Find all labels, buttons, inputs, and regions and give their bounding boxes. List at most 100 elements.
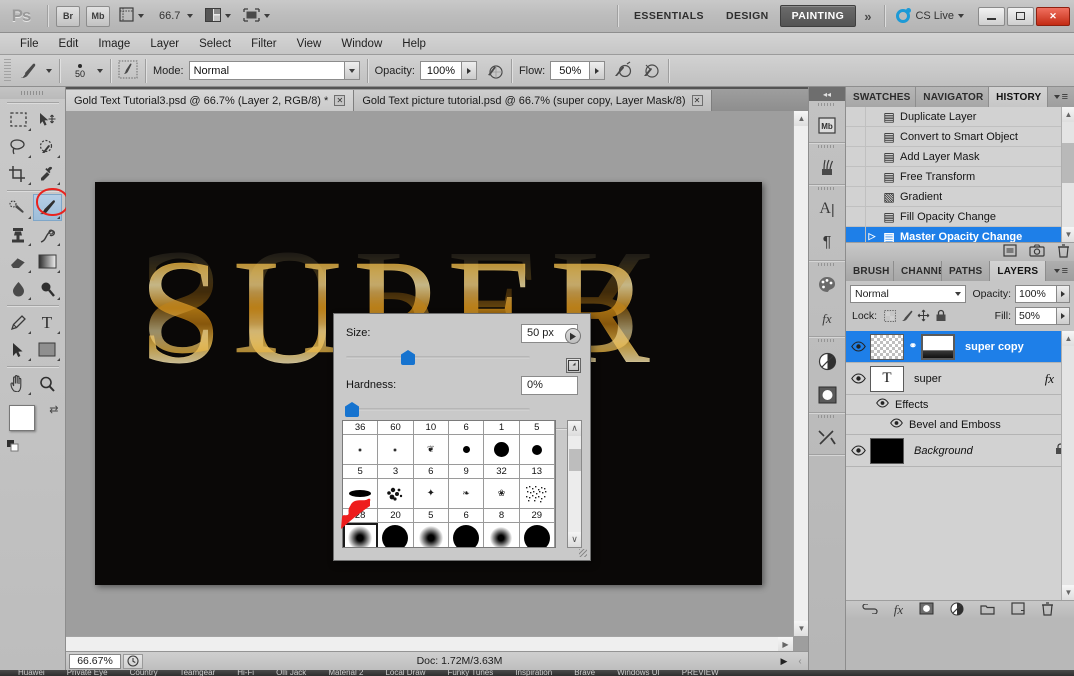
tab-history[interactable]: HISTORY (989, 87, 1048, 107)
link-layers-icon[interactable] (862, 602, 878, 617)
brush-preset-cell[interactable]: ❦ (413, 435, 449, 465)
default-colors-icon[interactable] (6, 440, 18, 452)
layer-visibility-icon[interactable] (846, 341, 870, 352)
zoom-percentage-field[interactable]: 66.67% (69, 653, 121, 669)
new-document-from-state-icon[interactable] (1003, 244, 1017, 260)
scrollbar-thumb[interactable] (569, 449, 581, 471)
timing-icon[interactable] (123, 653, 143, 669)
mask-link-icon[interactable]: ⚭ (908, 341, 918, 352)
menu-edit[interactable]: Edit (49, 35, 89, 53)
layer-row-background[interactable]: Background (846, 435, 1074, 467)
brush-preset-cell[interactable]: ❧ (448, 479, 485, 509)
layers-panel-menu-icon[interactable]: ≡ (1048, 261, 1074, 281)
foreground-color-swatch[interactable] (8, 405, 35, 431)
tab-layers[interactable]: LAYERS (990, 261, 1047, 281)
layer-visibility-icon[interactable] (846, 445, 870, 456)
tab-channels[interactable]: CHANNE (894, 261, 942, 281)
brush-preset-cell[interactable] (448, 523, 485, 547)
menu-help[interactable]: Help (392, 35, 436, 53)
brush-preset-options-icon[interactable] (566, 358, 581, 373)
quick-selection-tool[interactable] (33, 133, 62, 160)
dock-grip[interactable] (809, 337, 845, 344)
path-selection-tool[interactable] (4, 336, 33, 363)
layer-opacity-arrow-icon[interactable] (1057, 284, 1070, 303)
adjustments-panel-icon[interactable] (809, 344, 845, 378)
close-icon[interactable]: ✕ (334, 95, 346, 106)
history-panel-menu-icon[interactable]: ≡ (1048, 87, 1074, 107)
brush-preset-cell[interactable] (484, 435, 520, 465)
brush-preset-cell[interactable] (378, 523, 414, 547)
history-snapshot-checkbox[interactable] (848, 107, 866, 126)
character-panel-icon[interactable]: A | (809, 192, 845, 226)
styles-panel-icon[interactable]: fx (809, 302, 845, 336)
collapse-dock-button[interactable]: ◂◂ (809, 87, 845, 101)
brush-size-slider-handle[interactable] (401, 350, 415, 365)
menu-window[interactable]: Window (331, 35, 392, 53)
canvas-horizontal-scrollbar[interactable]: ▶ (66, 636, 793, 652)
layer-effects-fx-icon[interactable]: fx (1045, 371, 1060, 387)
new-layer-icon[interactable] (1011, 602, 1025, 618)
mini-bridge-icon[interactable]: Mb (809, 108, 845, 142)
menu-layer[interactable]: Layer (140, 35, 189, 53)
tab-brush-presets[interactable]: BRUSH P (846, 261, 894, 281)
lock-position-icon[interactable] (915, 307, 932, 324)
taskbar-item[interactable]: Olli Jack (276, 670, 306, 676)
flow-stepper[interactable]: 50% (550, 61, 606, 80)
airbrush-button[interactable] (612, 60, 632, 82)
layer-opacity-value[interactable]: 100% (1015, 284, 1057, 303)
history-brush-tool[interactable] (33, 221, 62, 248)
document-tab-gold-text-picture-tutorial[interactable]: Gold Text picture tutorial.psd @ 66.7% (… (354, 90, 712, 111)
lasso-tool[interactable] (4, 133, 33, 160)
history-state-row[interactable]: ▤ Duplicate Layer (846, 107, 1074, 127)
brush-preset-chevron-icon[interactable] (46, 68, 52, 73)
hand-tool[interactable] (4, 370, 33, 397)
brush-size-chevron-icon[interactable] (97, 68, 103, 73)
tablet-pressure-size-button[interactable] (641, 60, 661, 82)
tab-paths[interactable]: PATHS (942, 261, 991, 281)
zoom-tool[interactable] (33, 370, 62, 397)
masks-panel-icon[interactable] (809, 378, 845, 412)
brush-preset-cell[interactable] (519, 435, 555, 465)
blend-mode-dropdown[interactable]: Normal (188, 61, 360, 80)
view-extras-dropdown[interactable] (115, 4, 148, 28)
layer-row-super[interactable]: T super fx ▲ (846, 363, 1074, 395)
brush-preset-cell[interactable]: ❀ (484, 479, 520, 509)
brush-size-preview[interactable]: 50 (67, 62, 93, 79)
brush-preset-cell[interactable] (378, 479, 414, 509)
taskbar-item[interactable]: Hi-Fi (237, 670, 254, 676)
dock-grip[interactable] (809, 101, 845, 108)
taskbar-item[interactable]: Inspiration (515, 670, 552, 676)
brush-preset-cell[interactable]: ✦ (413, 479, 449, 509)
history-snapshot-checkbox[interactable] (848, 147, 866, 166)
gradient-tool[interactable] (33, 248, 62, 275)
layer-thumbnail-text[interactable]: T (870, 365, 904, 392)
taskbar-item[interactable]: PREVIEW (682, 670, 719, 676)
spot-healing-brush-tool[interactable] (4, 194, 33, 221)
opacity-stepper[interactable]: 100% (419, 61, 477, 80)
tools-panel-grip[interactable] (0, 87, 65, 99)
workspace-tab-design[interactable]: DESIGN (715, 6, 780, 26)
brush-preset-cell[interactable] (519, 479, 555, 509)
brush-preset-cell[interactable] (378, 435, 414, 465)
layer-row-super-copy[interactable]: ⚭ super copy (846, 331, 1074, 363)
layer-style-icon[interactable]: fx (894, 602, 903, 618)
options-bar-grip[interactable] (4, 58, 11, 83)
fill-arrow-icon[interactable] (1057, 306, 1070, 325)
brush-preset-menu-icon[interactable] (565, 328, 581, 344)
status-expand-icon[interactable]: ▶ (776, 656, 792, 667)
tab-navigator[interactable]: NAVIGATOR (916, 87, 990, 107)
scrollbar-thumb[interactable] (1062, 143, 1074, 183)
scroll-up-icon[interactable]: ▲ (1062, 331, 1074, 346)
brush-hardness-input[interactable]: 0% (521, 375, 578, 395)
pen-tool[interactable] (4, 309, 33, 336)
rectangle-tool[interactable] (33, 336, 62, 363)
delete-layer-icon[interactable] (1041, 601, 1054, 619)
scroll-up-icon[interactable]: ∧ (568, 421, 581, 436)
taskbar-item[interactable]: Funky Tunes (447, 670, 493, 676)
scroll-right-icon[interactable]: ▶ (778, 637, 793, 652)
layers-scrollbar[interactable]: ▲ ▼ (1061, 331, 1074, 600)
popup-resize-grip[interactable] (579, 549, 587, 557)
scroll-down-icon[interactable]: ∨ (568, 532, 581, 547)
canvas-vertical-scrollbar[interactable]: ▲ ▼ (793, 111, 809, 636)
eraser-tool[interactable] (4, 248, 33, 275)
